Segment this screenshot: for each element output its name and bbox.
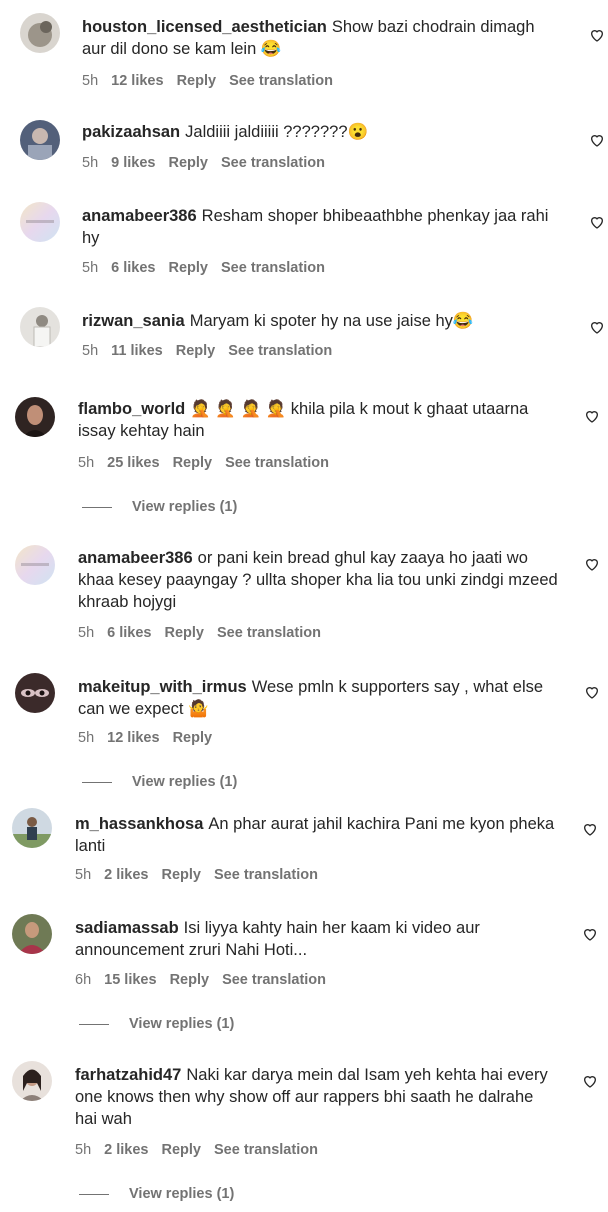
likes-count[interactable]: 15 likes [104,972,156,988]
likes-count[interactable]: 12 likes [107,730,159,746]
username[interactable]: makeitup_with_irmus [78,678,247,696]
username[interactable]: farhatzahid47 [75,1066,181,1084]
reply-button[interactable]: Reply [164,625,204,641]
heart-icon[interactable] [582,821,598,837]
likes-count[interactable]: 6 likes [111,260,155,276]
reply-button[interactable]: Reply [170,972,210,988]
likes-count[interactable]: 2 likes [104,1142,148,1158]
avatar[interactable] [20,202,60,242]
username[interactable]: m_hassankhosa [75,815,203,833]
avatar[interactable] [20,13,60,53]
heart-icon[interactable] [589,319,605,335]
heart-icon[interactable] [584,556,600,572]
timestamp[interactable]: 6h [75,972,91,988]
see-translation-link[interactable]: See translation [221,260,325,276]
replies-divider [82,781,112,783]
likes-count[interactable]: 6 likes [107,625,151,641]
heart-icon[interactable] [582,926,598,942]
timestamp[interactable]: 5h [75,867,91,883]
reply-button[interactable]: Reply [176,343,216,359]
username[interactable]: anamabeer386 [78,549,193,567]
username[interactable]: pakizaahsan [82,123,180,141]
see-translation-link[interactable]: See translation [222,972,326,988]
heart-icon[interactable] [582,1073,598,1089]
reply-button[interactable]: Reply [173,455,213,471]
replies-divider [79,1193,109,1195]
avatar[interactable] [20,120,60,160]
see-translation-link[interactable]: See translation [225,455,329,471]
username[interactable]: sadiamassab [75,919,179,937]
see-translation-link[interactable]: See translation [221,155,325,171]
heart-icon[interactable] [589,27,605,43]
reply-button[interactable]: Reply [177,73,217,89]
reply-button[interactable]: Reply [168,260,208,276]
timestamp[interactable]: 5h [82,343,98,359]
see-translation-link[interactable]: See translation [214,1142,318,1158]
username[interactable]: houston_licensed_aesthetician [82,18,327,36]
likes-count[interactable]: 2 likes [104,867,148,883]
username[interactable]: rizwan_sania [82,312,185,330]
username[interactable]: anamabeer386 [82,207,197,225]
avatar[interactable] [15,397,55,437]
avatar[interactable] [12,808,52,848]
avatar[interactable] [12,914,52,954]
view-replies-button[interactable]: View replies (1) [79,1016,234,1032]
timestamp[interactable]: 5h [78,625,94,641]
see-translation-link[interactable]: See translation [217,625,321,641]
view-replies-button[interactable]: View replies (1) [82,499,237,515]
username[interactable]: flambo_world [78,400,185,418]
timestamp[interactable]: 5h [82,155,98,171]
see-translation-link[interactable]: See translation [214,867,318,883]
reply-button[interactable]: Reply [161,867,201,883]
comment-text: Jaldiiii jaldiiiii ???????😮 [185,123,369,141]
avatar[interactable] [15,545,55,585]
see-translation-link[interactable]: See translation [228,343,332,359]
likes-count[interactable]: 11 likes [111,343,163,359]
avatar[interactable] [15,673,55,713]
view-replies-button[interactable]: View replies (1) [79,1186,234,1202]
avatar[interactable] [20,307,60,347]
heart-icon[interactable] [589,132,605,148]
heart-icon[interactable] [589,214,605,230]
likes-count[interactable]: 12 likes [111,73,163,89]
likes-count[interactable]: 9 likes [111,155,155,171]
see-translation-link[interactable]: See translation [229,73,333,89]
timestamp[interactable]: 5h [82,73,98,89]
heart-icon[interactable] [584,684,600,700]
comment-text: Maryam ki spoter hy na use jaise hy😂 [189,312,474,330]
reply-button[interactable]: Reply [173,730,213,746]
timestamp[interactable]: 5h [82,260,98,276]
replies-divider [82,506,112,508]
timestamp[interactable]: 5h [78,730,94,746]
heart-icon[interactable] [584,408,600,424]
replies-divider [79,1023,109,1025]
avatar[interactable] [12,1061,52,1101]
timestamp[interactable]: 5h [78,455,94,471]
timestamp[interactable]: 5h [75,1142,91,1158]
reply-button[interactable]: Reply [168,155,208,171]
view-replies-button[interactable]: View replies (1) [82,774,237,790]
reply-button[interactable]: Reply [161,1142,201,1158]
likes-count[interactable]: 25 likes [107,455,159,471]
